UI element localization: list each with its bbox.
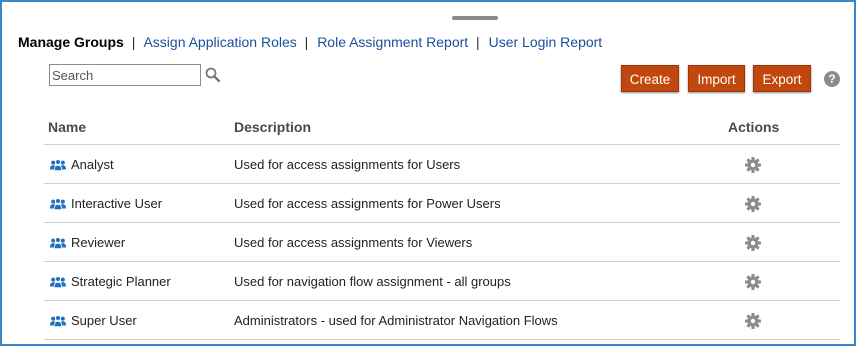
export-button[interactable]: Export (753, 65, 811, 92)
gear-icon[interactable] (744, 195, 762, 213)
group-name[interactable]: Super User (71, 313, 137, 328)
header-description[interactable]: Description (234, 119, 311, 135)
header-actions: Actions (728, 119, 780, 135)
group-icon (50, 236, 66, 249)
gear-icon[interactable] (744, 312, 762, 330)
table-row[interactable]: Reviewer Used for access assignments for… (44, 223, 840, 262)
table-row[interactable]: Analyst Used for access assignments for … (44, 145, 840, 184)
table-row[interactable]: Strategic Planner Used for navigation fl… (44, 262, 840, 301)
gear-icon[interactable] (744, 273, 762, 291)
header-name[interactable]: Name (48, 119, 86, 135)
nav-separator: | (304, 34, 309, 50)
table-row[interactable]: Interactive User Used for access assignm… (44, 184, 840, 223)
nav-separator: | (476, 34, 480, 50)
nav-manage-groups: Manage Groups (18, 34, 124, 50)
group-icon (50, 158, 66, 171)
magnifier-icon[interactable] (204, 66, 224, 84)
group-icon (50, 197, 66, 210)
nav-role-assignment-report[interactable]: Role Assignment Report (317, 34, 468, 50)
breadcrumb-nav: Manage Groups | Assign Application Roles… (18, 34, 602, 50)
groups-table: Name Description Actions Analyst Used fo… (44, 108, 840, 340)
group-name[interactable]: Analyst (71, 157, 114, 172)
group-name-cell: Super User (50, 313, 137, 328)
import-button[interactable]: Import (688, 65, 745, 92)
search-input[interactable] (49, 64, 201, 86)
table-row[interactable]: Super User Administrators - used for Adm… (44, 301, 840, 340)
group-name[interactable]: Reviewer (71, 235, 125, 250)
manage-groups-panel: Manage Groups | Assign Application Roles… (0, 0, 856, 346)
group-name-cell: Strategic Planner (50, 274, 171, 289)
drag-handle[interactable] (452, 16, 498, 20)
group-description: Used for access assignments for Viewers (234, 235, 473, 250)
search-bar (49, 64, 221, 86)
group-name-cell: Interactive User (50, 196, 162, 211)
group-description: Used for access assignments for Users (234, 157, 461, 172)
group-icon (50, 314, 66, 327)
nav-user-login-report[interactable]: User Login Report (489, 34, 603, 50)
group-description: Used for access assignments for Power Us… (234, 196, 501, 211)
table-header: Name Description Actions (44, 108, 840, 145)
nav-separator: | (131, 34, 136, 50)
group-name-cell: Analyst (50, 157, 114, 172)
help-icon[interactable]: ? (824, 71, 840, 87)
group-name[interactable]: Strategic Planner (71, 274, 171, 289)
nav-assign-application-roles[interactable]: Assign Application Roles (143, 34, 296, 50)
gear-icon[interactable] (744, 156, 762, 174)
create-button[interactable]: Create (621, 65, 679, 92)
table-body: Analyst Used for access assignments for … (44, 145, 840, 340)
group-description: Used for navigation flow assignment - al… (234, 274, 511, 289)
group-name[interactable]: Interactive User (71, 196, 162, 211)
group-name-cell: Reviewer (50, 235, 125, 250)
group-icon (50, 275, 66, 288)
group-description: Administrators - used for Administrator … (234, 313, 558, 328)
gear-icon[interactable] (744, 234, 762, 252)
